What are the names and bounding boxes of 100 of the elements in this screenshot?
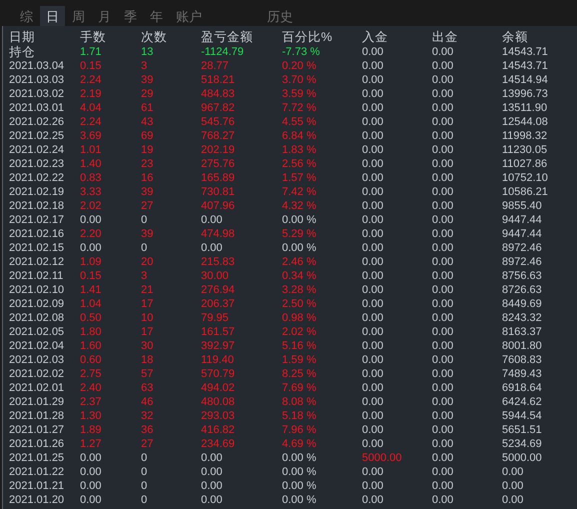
table-cell: 2021.03.04 xyxy=(9,59,64,73)
table-cell: 0.00 xyxy=(80,465,102,479)
table-cell: 0.00 % xyxy=(282,213,316,227)
table-cell: 0.00 xyxy=(362,255,384,269)
table-cell: 46 xyxy=(141,395,154,409)
table-cell: 276.94 xyxy=(201,283,235,297)
table-cell: 6918.64 xyxy=(502,381,542,395)
table-cell: 2021.02.08 xyxy=(9,311,64,325)
table-cell: 8.08 % xyxy=(282,395,316,409)
tab[interactable]: 历史 xyxy=(261,6,299,26)
table-cell: 0.00 xyxy=(432,451,454,465)
table-cell: 0.00 xyxy=(432,339,454,353)
table-cell: 2021.02.17 xyxy=(9,213,64,227)
tab[interactable]: 日 xyxy=(40,6,65,26)
table-cell: 8449.69 xyxy=(502,297,542,311)
table-cell: 0 xyxy=(141,451,148,465)
table-cell: 0.00 xyxy=(432,353,454,367)
table-cell: 0.00 xyxy=(201,451,222,465)
table-cell: 1.80 xyxy=(80,325,102,339)
table-cell: 11027.86 xyxy=(502,157,548,171)
table-cell: 2021.02.02 xyxy=(9,367,64,381)
column-header: 手数 xyxy=(80,29,106,45)
table-cell: 0.00 xyxy=(362,395,384,409)
table-cell: 2.20 xyxy=(80,227,102,241)
table-cell: 234.69 xyxy=(201,437,235,451)
table-cell: 0.00 xyxy=(201,493,222,507)
table-cell: 2021.02.26 xyxy=(9,115,64,129)
table-cell: 2.50 % xyxy=(282,297,316,311)
table-cell: 0.00 xyxy=(80,213,102,227)
table-cell: 39 xyxy=(141,227,154,241)
table-cell: 0.00 xyxy=(362,493,384,507)
table-cell: 0.00 xyxy=(432,423,454,437)
column-header: 出金 xyxy=(432,29,458,45)
table-cell: 57 xyxy=(141,367,154,381)
table-cell: 2021.01.28 xyxy=(9,409,64,423)
table-cell: 2021.03.03 xyxy=(9,73,64,87)
table-cell: 2021.01.25 xyxy=(9,451,64,465)
table-cell: 6.84 % xyxy=(282,129,316,143)
tab[interactable]: 月 xyxy=(92,6,117,26)
table-cell: 12544.08 xyxy=(502,115,548,129)
table-cell: 7.69 % xyxy=(282,381,316,395)
table-cell: 16 xyxy=(141,171,154,185)
table-cell: 5.18 % xyxy=(282,409,316,423)
table-cell: 13996.73 xyxy=(502,87,548,101)
tab[interactable]: 周 xyxy=(66,6,91,26)
table-cell: 0.00 xyxy=(432,143,454,157)
table-cell: 2021.01.22 xyxy=(9,465,64,479)
table-cell: 8726.63 xyxy=(502,283,542,297)
table-cell: 2021.02.03 xyxy=(9,353,64,367)
table-cell: 0 xyxy=(141,479,148,493)
table-cell: 0.00 xyxy=(432,115,454,129)
table-cell: 2.75 xyxy=(80,367,102,381)
table-cell: 0.00 xyxy=(502,493,524,507)
table-cell: 0.00 xyxy=(432,185,454,199)
table-cell: 0.00 xyxy=(362,101,384,115)
table-cell: 3.28 % xyxy=(282,283,316,297)
table-cell: 0 xyxy=(141,465,148,479)
tab[interactable]: 年 xyxy=(144,6,169,26)
column-header: 入金 xyxy=(362,29,388,45)
table-cell: 1.57 % xyxy=(282,171,316,185)
table-cell: 0.00 xyxy=(502,479,524,493)
tab[interactable]: 综 xyxy=(14,6,39,26)
table-cell: 0.00 xyxy=(432,241,454,255)
table-cell: 2.46 % xyxy=(282,255,316,269)
table-cell: 0.00 xyxy=(362,297,384,311)
table-cell: 20 xyxy=(141,255,154,269)
table-cell: 2021.02.16 xyxy=(9,227,64,241)
table-cell: 0.50 xyxy=(80,311,102,325)
table-cell: 39 xyxy=(141,73,154,87)
tab[interactable]: 账户 xyxy=(170,6,208,26)
table-cell: 0.00 % xyxy=(282,493,316,507)
table-cell: 0.00 xyxy=(432,395,454,409)
table-cell: 36 xyxy=(141,423,154,437)
table-cell: 0.00 xyxy=(362,409,384,423)
table-cell: 0.00 xyxy=(432,157,454,171)
column-header: 次数 xyxy=(141,29,167,45)
table-cell: 1.09 xyxy=(80,255,102,269)
table-cell: 1.83 % xyxy=(282,143,316,157)
table-cell: 14514.94 xyxy=(502,73,548,87)
table-cell: 17 xyxy=(141,325,154,339)
table-cell: 13511.90 xyxy=(502,101,548,115)
table-cell: 61 xyxy=(141,101,154,115)
table-cell: 0.98 % xyxy=(282,311,316,325)
table-cell: 1.30 xyxy=(80,409,102,423)
table-cell: 0.00 xyxy=(362,367,384,381)
table-cell: 2021.01.20 xyxy=(9,493,64,507)
table-cell: 2.02 xyxy=(80,199,102,213)
tab[interactable]: 季 xyxy=(118,6,143,26)
table-cell: 79.95 xyxy=(201,311,229,325)
table-cell: 持仓 xyxy=(9,45,35,59)
table-cell: 0.00 xyxy=(432,325,454,339)
table-cell: 13 xyxy=(141,45,154,59)
table-cell: 0.00 xyxy=(362,59,384,73)
table-cell: 407.96 xyxy=(201,199,235,213)
table-cell: 2021.02.12 xyxy=(9,255,64,269)
table-cell: 0.00 % xyxy=(282,451,316,465)
table-cell: 0.00 xyxy=(432,213,454,227)
table-cell: 4.55 % xyxy=(282,115,316,129)
table-cell: 11230.05 xyxy=(502,143,548,157)
table-cell: 2.40 xyxy=(80,381,102,395)
